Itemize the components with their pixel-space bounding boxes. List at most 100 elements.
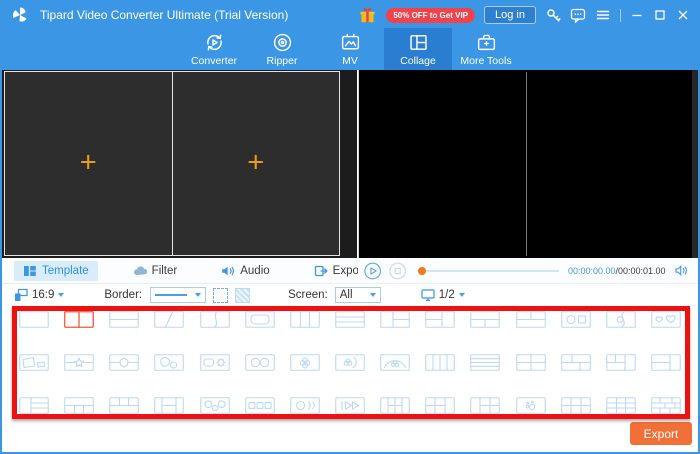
template-thumb-tab-gear[interactable]: [200, 354, 230, 371]
template-thumb-grid-2x3[interactable]: [561, 397, 591, 414]
play-button[interactable]: [364, 262, 381, 280]
template-thumb-circle-paren[interactable]: [290, 397, 320, 414]
template-thumb-h2[interactable]: [109, 311, 139, 328]
template-thumb-grid-2x2[interactable]: [516, 354, 546, 371]
gift-icon[interactable]: [358, 6, 377, 24]
footer-bar: Export: [2, 419, 698, 452]
template-thumb-grid-stagger[interactable]: [561, 354, 591, 371]
tab-label: Template: [42, 265, 89, 277]
template-thumb-l1-r-2x2[interactable]: [470, 397, 500, 414]
panel-tab-bar: Template Filter Audio Export: [2, 258, 358, 284]
export-button[interactable]: Export: [630, 422, 692, 445]
template-thumb-quads[interactable]: [19, 354, 49, 371]
template-thumb-arc-clover[interactable]: [380, 354, 410, 371]
menu-hamburger-icon[interactable]: [595, 7, 611, 23]
template-thumb-mid-grid[interactable]: [380, 397, 410, 414]
time-current: 00:00:00.00: [568, 266, 616, 276]
template-thumb-t3-b1[interactable]: [109, 397, 139, 414]
template-thumb-grid-complex[interactable]: [651, 397, 681, 414]
login-button[interactable]: Log in: [484, 6, 536, 24]
app-window: Tipard Video Converter Ultimate (Trial V…: [0, 0, 700, 454]
template-thumb-clover-curve[interactable]: [335, 354, 365, 371]
feedback-comment-icon[interactable]: [570, 7, 586, 23]
template-thumb-single[interactable]: [19, 311, 49, 328]
template-thumb-curve[interactable]: [200, 311, 230, 328]
chevron-down-icon: [370, 293, 376, 297]
maximize-button[interactable]: [653, 8, 667, 22]
template-grid-icon: [23, 264, 37, 278]
tab-label: Filter: [152, 265, 178, 277]
chevron-down-icon: [195, 293, 201, 297]
template-thumb-hexagon[interactable]: [109, 354, 139, 371]
template-thumb-l2r1[interactable]: [425, 311, 455, 328]
minimize-button[interactable]: [630, 8, 644, 22]
nav-tab-more-tools[interactable]: More Tools: [452, 28, 520, 70]
template-thumb-circles-2a[interactable]: [154, 354, 184, 371]
promo-badge[interactable]: 50% OFF to Get VIP: [386, 8, 475, 23]
format-toolbar: 16:9 Border: Screen: All 1/2: [2, 284, 698, 306]
template-thumb-t1-b3[interactable]: [64, 397, 94, 414]
time-total: 00:00:01.00: [618, 266, 666, 276]
seek-track[interactable]: [417, 270, 559, 272]
template-thumb-arrows[interactable]: [335, 397, 365, 414]
template-thumb-v3[interactable]: [290, 311, 320, 328]
template-thumb-l1-r3[interactable]: [19, 397, 49, 414]
border-dashed-button[interactable]: [213, 288, 228, 303]
template-thumb-circles-2[interactable]: [245, 354, 275, 371]
tab-template[interactable]: Template: [14, 261, 98, 281]
template-thumb-diag[interactable]: [154, 311, 184, 328]
template-thumb-circles-3[interactable]: [200, 397, 230, 414]
template-thumb-l2-r1-wide[interactable]: [651, 354, 681, 371]
screen-select-dropdown[interactable]: All: [335, 287, 381, 303]
seek-handle[interactable]: [418, 267, 426, 275]
preview-right-margin: [692, 70, 698, 258]
template-thumb-l2-stagger-r1[interactable]: [606, 354, 636, 371]
border-pattern-button[interactable]: [235, 288, 250, 303]
template-thumb-s-curve[interactable]: [606, 311, 636, 328]
template-thumb-dots[interactable]: [516, 397, 546, 414]
template-thumb-h4[interactable]: [470, 354, 500, 371]
nav-tab-label: More Tools: [460, 55, 511, 67]
template-thumb-t2b1[interactable]: [516, 311, 546, 328]
template-thumb-inset[interactable]: [245, 311, 275, 328]
nav-tab-collage[interactable]: Collage: [384, 28, 452, 70]
template-thumb-l1r2[interactable]: [380, 311, 410, 328]
template-thumb-h3[interactable]: [335, 311, 365, 328]
title-bar: Tipard Video Converter Ultimate (Trial V…: [2, 2, 698, 28]
border-line-sample: [155, 294, 187, 296]
seek-bar[interactable]: [417, 267, 559, 275]
chevron-down-icon: [459, 293, 465, 297]
border-style-dropdown[interactable]: [150, 287, 206, 303]
template-thumb-t1b2[interactable]: [470, 311, 500, 328]
nav-tab-converter[interactable]: Converter: [180, 28, 248, 70]
register-key-icon[interactable]: [545, 7, 561, 23]
tab-audio[interactable]: Audio: [212, 261, 278, 281]
template-thumb-clover[interactable]: [290, 354, 320, 371]
template-thumb-v4[interactable]: [425, 354, 455, 371]
template-thumb-squares-3[interactable]: [245, 397, 275, 414]
template-thumb-hearts[interactable]: [651, 311, 681, 328]
template-thumb-l-2x2-r1[interactable]: [425, 397, 455, 414]
template-thumb-grid-3x3[interactable]: [606, 397, 636, 414]
page-selector[interactable]: 1/2: [421, 288, 465, 302]
volume-icon[interactable]: [675, 264, 688, 277]
template-thumb-star-split[interactable]: [64, 354, 94, 371]
preview-cell-divider: [526, 72, 527, 256]
filter-cloud-icon: [133, 264, 147, 278]
nav-tab-ripper[interactable]: Ripper: [248, 28, 316, 70]
template-thumb-v2[interactable]: [64, 311, 94, 328]
template-thumb-lr-mid-2[interactable]: [154, 397, 184, 414]
collage-cell-1[interactable]: +: [5, 72, 172, 255]
collage-icon: [407, 31, 430, 54]
template-thumb-circle-square[interactable]: [561, 311, 591, 328]
collage-cell-2[interactable]: +: [172, 72, 340, 255]
nav-tab-label: Collage: [400, 55, 436, 67]
aspect-ratio-dropdown[interactable]: 16:9: [14, 288, 64, 302]
tab-filter[interactable]: Filter: [124, 261, 187, 281]
nav-tab-mv[interactable]: MV: [316, 28, 384, 70]
chevron-down-icon: [58, 293, 64, 297]
close-button[interactable]: [676, 8, 690, 22]
stop-button[interactable]: [389, 262, 406, 280]
nav-bar: Converter Ripper MV Collage: [2, 28, 698, 70]
aspect-ratio-value: 16:9: [32, 289, 54, 301]
